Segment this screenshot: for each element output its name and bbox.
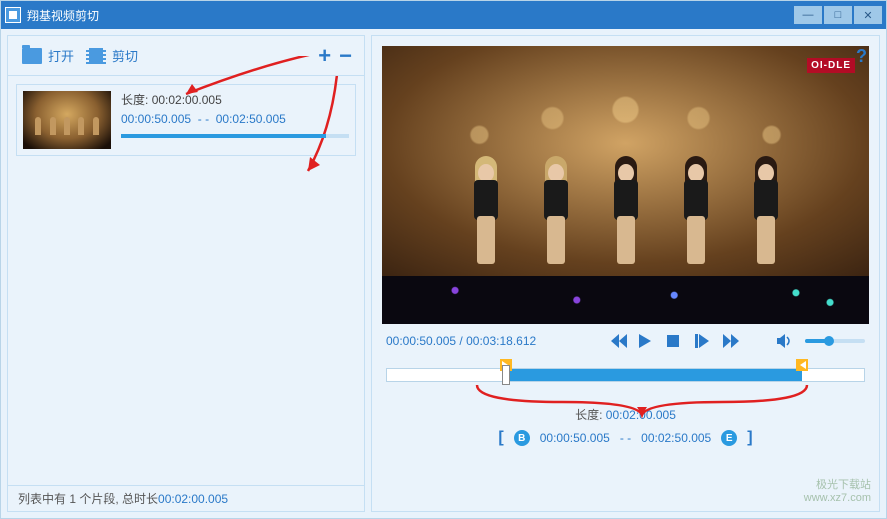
timeline-end-marker[interactable] — [796, 359, 808, 371]
clip-list: 长度: 00:02:00.005 00:00:50.005 - - 00:02:… — [8, 76, 364, 485]
volume-slider[interactable] — [805, 339, 865, 343]
set-end-bracket[interactable]: ] — [747, 429, 752, 447]
minimize-button[interactable]: — — [794, 6, 822, 24]
status-total: 00:02:00.005 — [158, 492, 228, 506]
app-icon — [5, 7, 21, 23]
clip-info: 长度: 00:02:00.005 00:00:50.005 - - 00:02:… — [121, 91, 349, 149]
maximize-button[interactable]: □ — [824, 6, 852, 24]
time-display: 00:00:50.005 / 00:03:18.612 — [386, 334, 536, 348]
current-time: 00:00:50.005 — [386, 334, 456, 348]
stop-button[interactable] — [667, 335, 685, 347]
video-overlay-logo: OI-DLE — [807, 58, 855, 73]
timeline-area: 长度: 00:02:00.005 [ B 00:00:50.005 - - 00… — [372, 352, 879, 461]
selection-duration: 长度: 00:02:00.005 — [386, 406, 865, 423]
add-button[interactable]: + — [314, 45, 335, 67]
skip-forward-button[interactable] — [723, 334, 741, 348]
open-button[interactable]: 打开 — [16, 42, 80, 69]
clip-duration: 00:02:00.005 — [152, 93, 222, 107]
clip-duration-label: 长度: — [121, 93, 148, 107]
player-controls: 00:00:50.005 / 00:03:18.612 — [372, 330, 879, 352]
status-bar: 列表中有 1 个片段, 总时长 00:02:00.005 — [8, 485, 364, 511]
mark-e-button[interactable]: E — [721, 430, 737, 446]
window-title: 翔基视频剪切 — [27, 7, 99, 24]
selection-end: 00:02:50.005 — [641, 431, 711, 445]
clip-progress — [121, 134, 349, 138]
prev-frame-button[interactable] — [611, 334, 629, 348]
open-label: 打开 — [48, 46, 74, 65]
clip-start: 00:00:50.005 — [121, 112, 191, 126]
film-icon — [86, 48, 106, 64]
right-panel: ? OI-DLE 00:00:50.005 / 00:03: — [371, 35, 880, 512]
remove-button[interactable]: − — [335, 45, 356, 67]
selection-range: [ B 00:00:50.005 - - 00:02:50.005 E ] — [386, 429, 865, 455]
cut-button[interactable]: 剪切 — [80, 42, 144, 69]
volume-icon[interactable] — [777, 334, 795, 348]
clip-thumbnail — [23, 91, 111, 149]
mark-b-button[interactable]: B — [514, 430, 530, 446]
video-preview[interactable]: OI-DLE — [382, 46, 869, 324]
app-body: 打开 剪切 + − — [1, 29, 886, 518]
clip-end: 00:02:50.005 — [216, 112, 286, 126]
cut-label: 剪切 — [112, 46, 138, 65]
titlebar: 翔基视频剪切 — □ ✕ — [1, 1, 886, 29]
app-window: 翔基视频剪切 — □ ✕ 打开 剪切 + − — [0, 0, 887, 519]
close-button[interactable]: ✕ — [854, 6, 882, 24]
set-start-bracket[interactable]: [ — [498, 429, 503, 447]
left-toolbar: 打开 剪切 + − — [8, 36, 364, 76]
selection-start: 00:00:50.005 — [540, 431, 610, 445]
next-frame-button[interactable] — [695, 334, 713, 348]
watermark: 极光下载站 www.xz7.com — [804, 479, 871, 505]
timeline[interactable] — [386, 368, 865, 382]
total-time: 00:03:18.612 — [466, 334, 536, 348]
folder-icon — [22, 48, 42, 64]
play-button[interactable] — [639, 334, 657, 348]
clip-sep: - - — [198, 112, 209, 126]
timeline-selection — [506, 369, 802, 381]
clip-item[interactable]: 长度: 00:02:00.005 00:00:50.005 - - 00:02:… — [16, 84, 356, 156]
help-button[interactable]: ? — [856, 46, 867, 67]
status-text: 列表中有 1 个片段, 总时长 — [18, 490, 158, 507]
left-panel: 打开 剪切 + − — [7, 35, 365, 512]
timeline-playhead[interactable] — [502, 365, 510, 385]
